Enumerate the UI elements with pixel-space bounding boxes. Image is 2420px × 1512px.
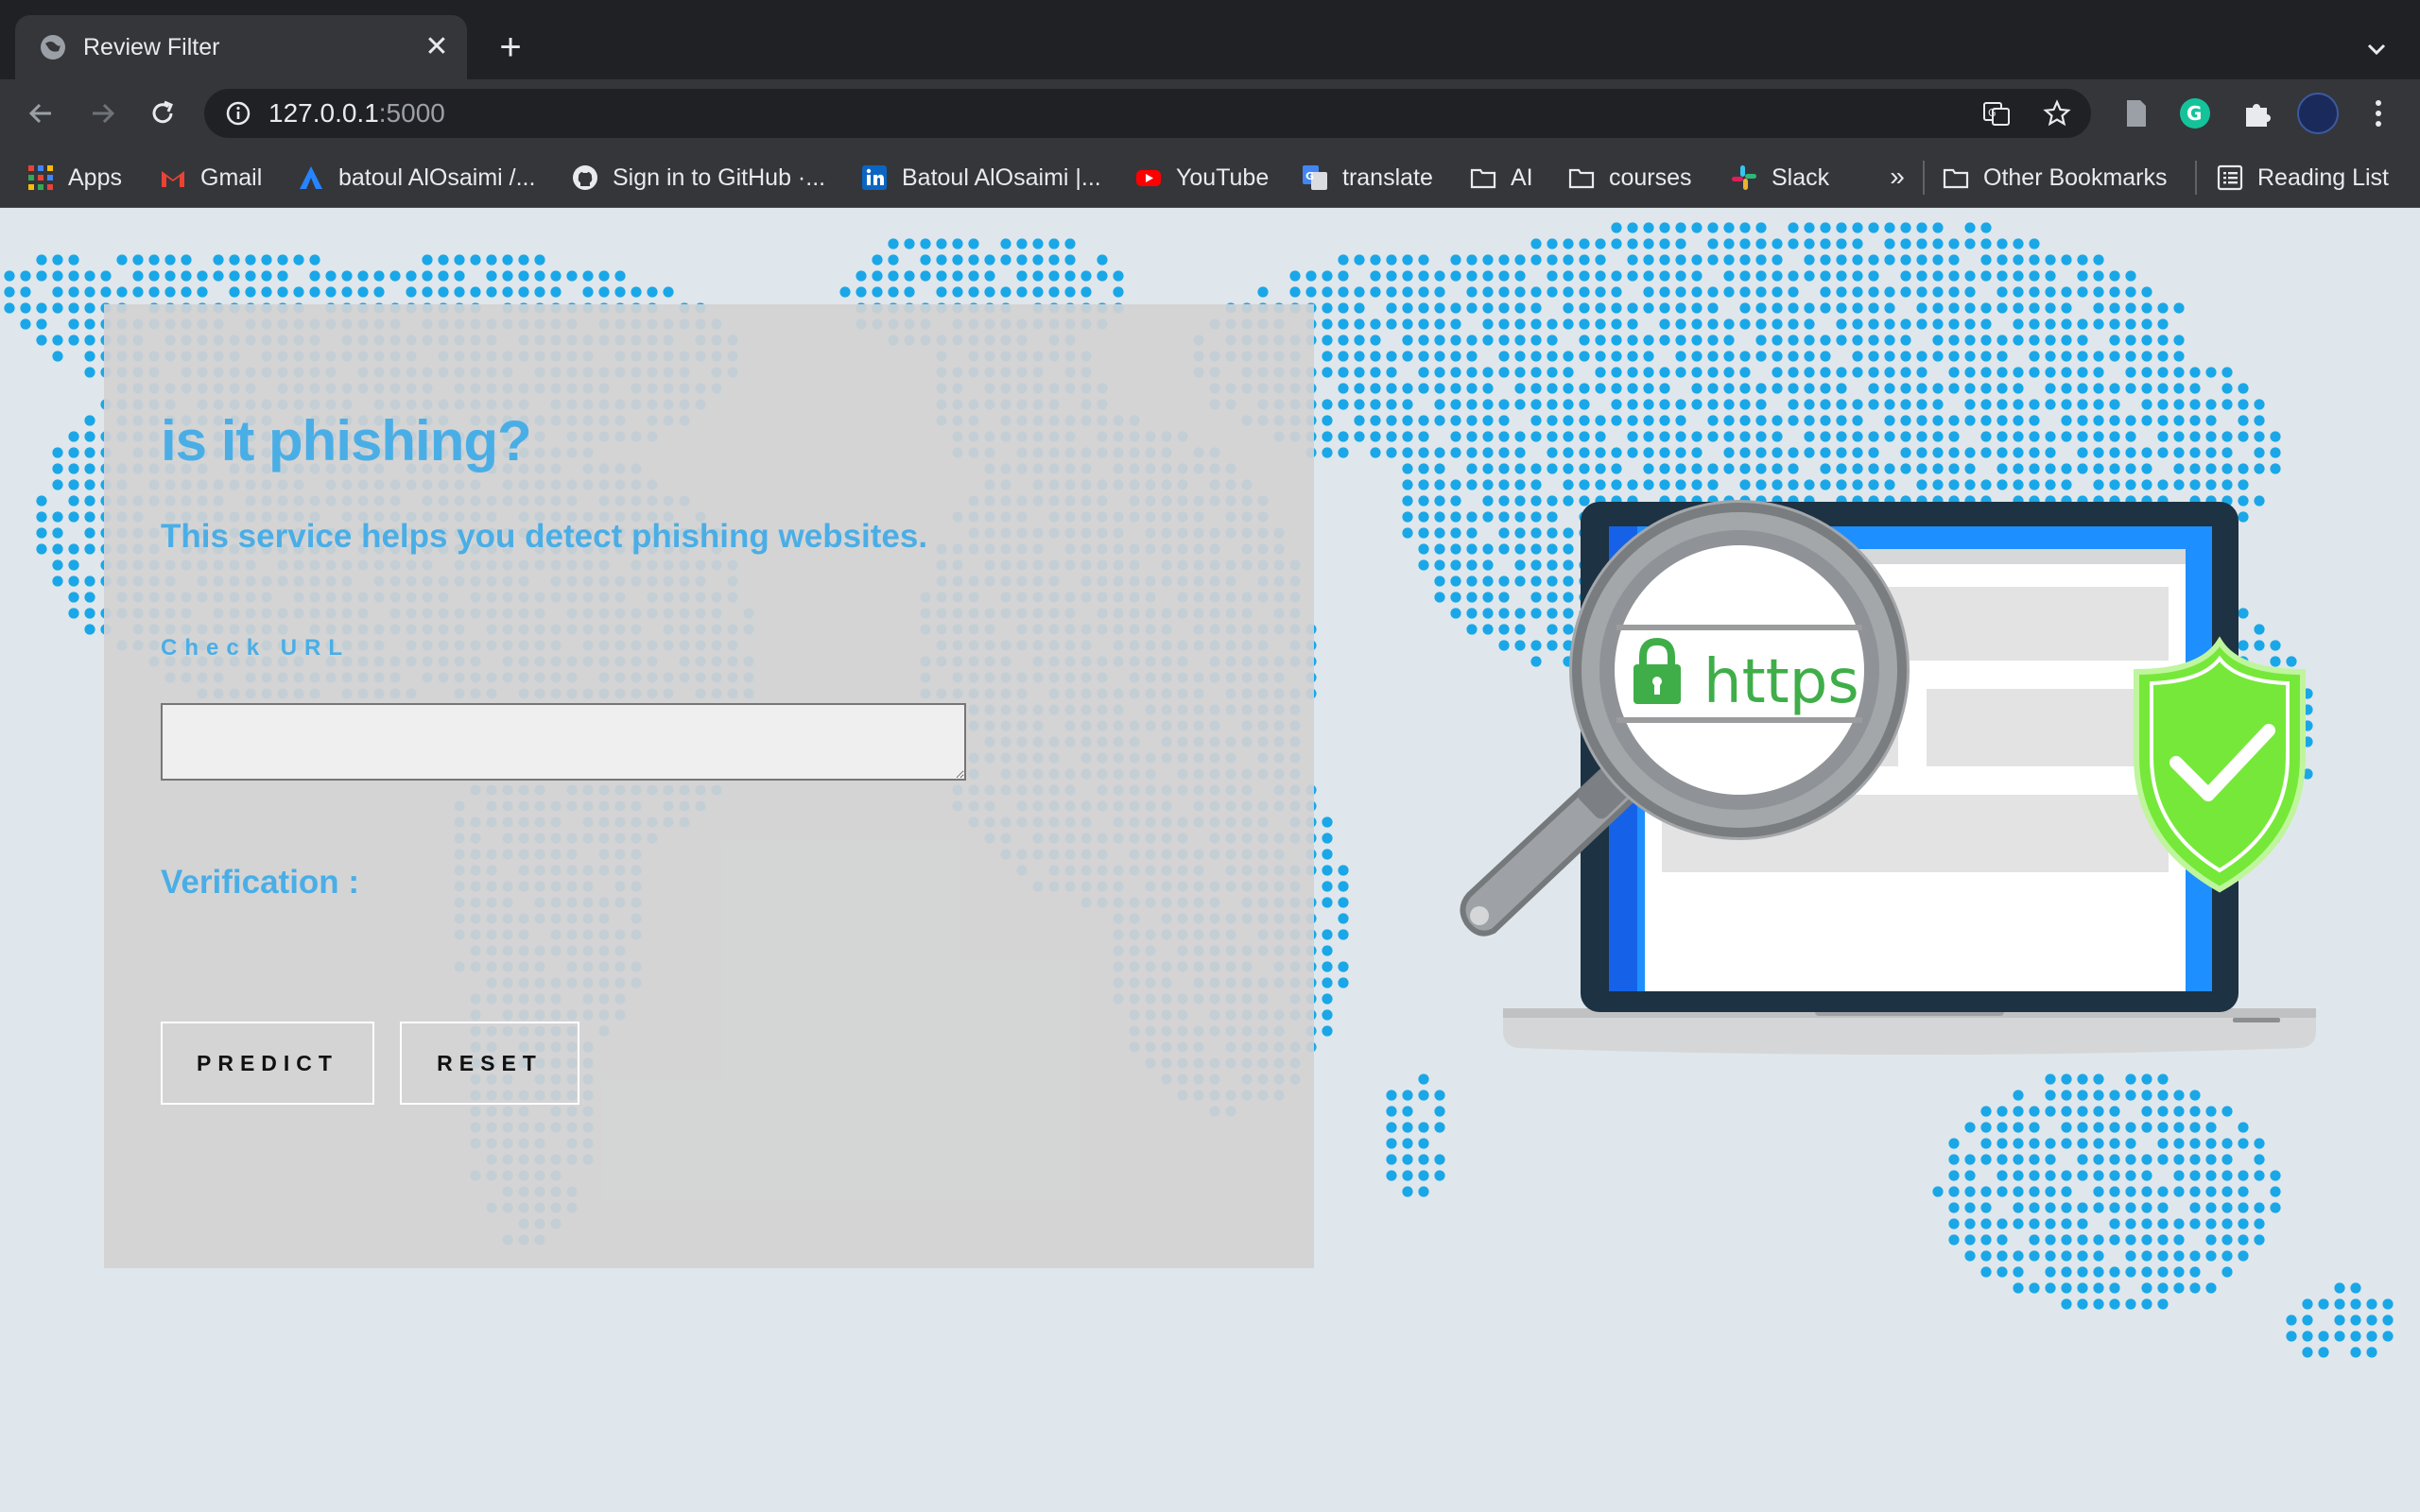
apps-grid-icon [28, 165, 53, 190]
bookmark-label: Other Bookmarks [1983, 163, 2168, 191]
reading-list-button[interactable]: Reading List [2216, 147, 2389, 208]
browser-tab[interactable]: Review Filter ✕ [15, 15, 467, 79]
info-icon[interactable] [225, 100, 251, 127]
back-icon[interactable] [21, 93, 62, 134]
url-input[interactable] [161, 703, 966, 781]
folder-icon [1470, 168, 1496, 189]
bookmark-folder-courses[interactable]: courses [1567, 147, 1692, 208]
bookmark-label: Batoul AlOsaimi |... [902, 163, 1101, 191]
bookmark-folder-ai[interactable]: AI [1469, 147, 1533, 208]
reading-list-icon [2217, 164, 2243, 191]
globe-icon [41, 35, 65, 60]
bookmark-label: AI [1511, 163, 1533, 191]
reset-button[interactable]: RESET [400, 1022, 579, 1105]
gmail-icon [162, 171, 184, 187]
bookmark-label: courses [1609, 163, 1692, 191]
folder-icon [1943, 168, 1969, 189]
star-icon[interactable] [2042, 98, 2072, 129]
bookmark-other-bookmarks[interactable]: Other Bookmarks [1942, 147, 2168, 208]
bookmark-label: Slack [1772, 163, 1830, 191]
youtube-icon [1136, 170, 1161, 186]
reader-mode-icon[interactable] [2119, 96, 2153, 130]
bookmark-gmail[interactable]: Gmail [159, 147, 262, 208]
atlassian-icon [300, 166, 322, 189]
bookmark-label: Apps [68, 163, 122, 191]
grammarly-icon[interactable]: G [2178, 96, 2212, 130]
check-url-label: Check URL [161, 635, 351, 661]
bookmark-label: batoul AlOsaimi /... [338, 163, 536, 191]
verification-label: Verification : [161, 864, 360, 901]
bookmarks-bar: Apps Gmail batoul AlOsaimi /... Sign in … [0, 147, 2420, 208]
bookmark-linkedin[interactable]: Batoul AlOsaimi |... [860, 147, 1101, 208]
bookmarks-separator [2195, 161, 2197, 195]
google-translate-icon: G [1303, 165, 1327, 190]
svg-text:G: G [2187, 102, 2202, 125]
page-body: is it phishing? This service helps you d… [0, 209, 2420, 1512]
linkedin-icon [862, 165, 887, 190]
browser-toolbar: 127.0.0.1:5000 G G [0, 79, 2420, 147]
bookmark-label: translate [1342, 163, 1433, 191]
bookmark-label: Gmail [200, 163, 263, 191]
more-menu-icon[interactable] [2363, 93, 2394, 134]
bookmark-label: Sign in to GitHub ·... [613, 163, 826, 191]
forward-icon[interactable] [81, 93, 123, 134]
tab-title: Review Filter [83, 34, 220, 60]
svg-text:G: G [1305, 170, 1314, 182]
bookmark-github[interactable]: Sign in to GitHub ·... [571, 147, 825, 208]
https-security-illustration: https [1460, 500, 2316, 1055]
chevron-down-icon[interactable] [2356, 28, 2397, 70]
predict-button[interactable]: PREDICT [161, 1022, 374, 1105]
bookmarks-separator [1923, 161, 1925, 195]
more-bookmarks-icon[interactable]: » [1883, 161, 1911, 195]
slack-icon [1732, 165, 1756, 190]
profile-avatar[interactable] [2297, 93, 2339, 134]
tab-strip: Review Filter ✕ + [0, 0, 2420, 79]
reload-icon[interactable] [142, 93, 183, 134]
url-text: 127.0.0.1:5000 [268, 98, 445, 128]
translate-icon[interactable]: G [1981, 98, 2012, 129]
bookmark-translate[interactable]: G translate [1301, 147, 1433, 208]
svg-text:G: G [1988, 107, 1996, 119]
bookmark-apps[interactable]: Apps [26, 147, 122, 208]
bookmark-label: YouTube [1176, 163, 1270, 191]
extensions-puzzle-icon[interactable] [2240, 96, 2274, 130]
github-icon [573, 165, 597, 190]
phishing-check-form: is it phishing? This service helps you d… [104, 304, 1314, 1268]
close-tab-icon[interactable]: ✕ [420, 30, 454, 64]
new-tab-icon[interactable]: + [490, 28, 531, 70]
bookmark-slack[interactable]: Slack [1730, 147, 1829, 208]
bookmark-youtube[interactable]: YouTube [1134, 147, 1269, 208]
folder-icon [1568, 168, 1595, 189]
page-title: is it phishing? [161, 409, 532, 472]
https-badge-text: https [1703, 647, 1859, 717]
address-bar[interactable]: 127.0.0.1:5000 G [204, 89, 2091, 138]
bookmark-batoul-atlassian[interactable]: batoul AlOsaimi /... [297, 147, 535, 208]
page-subtitle: This service helps you detect phishing w… [161, 518, 928, 555]
reading-list-label: Reading List [2257, 163, 2389, 191]
